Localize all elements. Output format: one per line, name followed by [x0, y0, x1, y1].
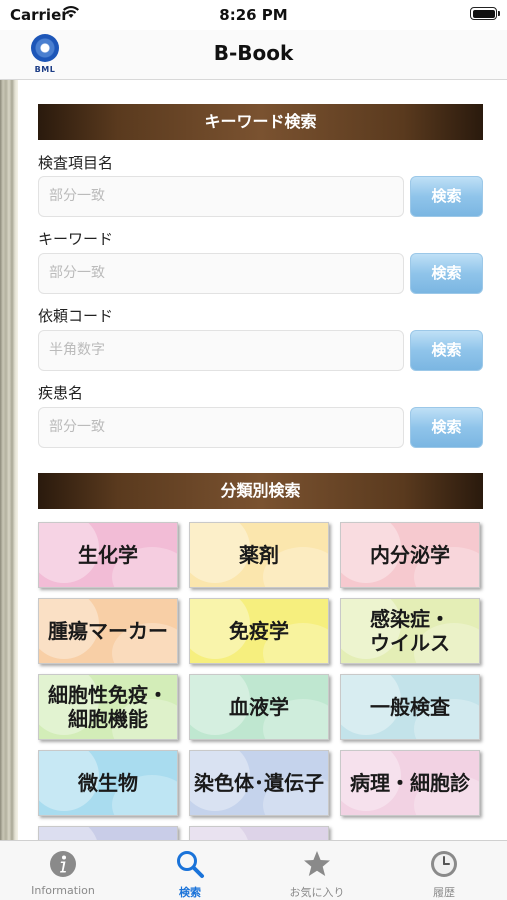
main-content[interactable]: キーワード検索 検査項目名 部分一致 検索 キーワード 部分一致 検索 依頼コー…: [18, 80, 507, 840]
category-immunology[interactable]: 免疫学: [189, 598, 329, 664]
category-label: 一般検査: [370, 695, 450, 719]
category-pathology-cytology[interactable]: 病理・細胞診: [340, 750, 480, 816]
category-hematology[interactable]: 血液学: [189, 674, 329, 740]
keyword-input[interactable]: 部分一致: [38, 253, 404, 294]
category-microbiology[interactable]: 微生物: [38, 750, 178, 816]
disease-search-button[interactable]: 検索: [410, 407, 483, 448]
tab-label: 履歴: [433, 886, 455, 899]
star-icon: [304, 851, 330, 876]
category-general-tests[interactable]: 一般検査: [340, 674, 480, 740]
category-label: 免疫学: [229, 619, 289, 643]
request-code-search-button[interactable]: 検索: [410, 330, 483, 371]
category-label: 内分泌学: [370, 543, 450, 567]
category-label: 生化学: [78, 543, 138, 567]
tab-favorites[interactable]: お気に入り: [254, 841, 380, 900]
tab-label: 検索: [179, 886, 201, 899]
tab-label: お気に入り: [289, 886, 345, 899]
field-label-request-code: 依頼コード: [38, 307, 114, 325]
book-edge-decoration: [0, 80, 18, 840]
category-chromosome-gene[interactable]: 染色体･遺伝子: [189, 750, 329, 816]
category-search-header: 分類別検索: [38, 473, 483, 509]
logo-text: BML: [34, 65, 56, 74]
request-code-input[interactable]: 半角数字: [38, 330, 404, 371]
test-item-name-input[interactable]: 部分一致: [38, 176, 404, 217]
category-tumor-markers[interactable]: 腫瘍マーカー: [38, 598, 178, 664]
category-biochemistry[interactable]: 生化学: [38, 522, 178, 588]
category-label: 腫瘍マーカー: [48, 619, 168, 643]
status-bar: Carrier 8:26 PM: [0, 0, 507, 30]
clock-icon: [431, 851, 457, 877]
keyword-search-header: キーワード検索: [38, 104, 483, 140]
keyword-search-button[interactable]: 検索: [410, 253, 483, 294]
field-label-disease: 疾患名: [38, 384, 84, 402]
category-label: 感染症・ ウイルス: [370, 607, 450, 655]
battery-icon: [470, 7, 500, 20]
tab-search[interactable]: 検索: [127, 841, 253, 900]
category-label: 薬剤: [239, 543, 279, 567]
test-item-search-button[interactable]: 検索: [410, 176, 483, 217]
category-drugs[interactable]: 薬剤: [189, 522, 329, 588]
page-title: B-Book: [213, 41, 294, 65]
category-partial-2[interactable]: [189, 826, 329, 840]
field-label-test-item: 検査項目名: [38, 154, 114, 172]
disease-name-input[interactable]: 部分一致: [38, 407, 404, 448]
search-icon: [177, 851, 204, 878]
category-label: 細胞性免疫・ 細胞機能: [48, 683, 168, 731]
status-time: 8:26 PM: [219, 6, 288, 24]
tab-history[interactable]: 履歴: [381, 841, 507, 900]
tab-label: Information: [31, 884, 95, 897]
tab-information[interactable]: Information: [0, 841, 126, 900]
category-infection-virus[interactable]: 感染症・ ウイルス: [340, 598, 480, 664]
category-partial-1[interactable]: [38, 826, 178, 840]
category-label: 染色体･遺伝子: [194, 771, 324, 795]
category-cellular-immunity[interactable]: 細胞性免疫・ 細胞機能: [38, 674, 178, 740]
category-endocrinology[interactable]: 内分泌学: [340, 522, 480, 588]
category-label: 血液学: [229, 695, 289, 719]
field-label-keyword: キーワード: [38, 230, 114, 248]
nav-bar: BML B-Book: [0, 30, 507, 80]
tab-bar: Information 検索 お気に入り 履歴: [0, 840, 507, 900]
category-label: 病理・細胞診: [350, 771, 470, 795]
info-icon: [50, 851, 76, 877]
category-label: 微生物: [78, 771, 138, 795]
